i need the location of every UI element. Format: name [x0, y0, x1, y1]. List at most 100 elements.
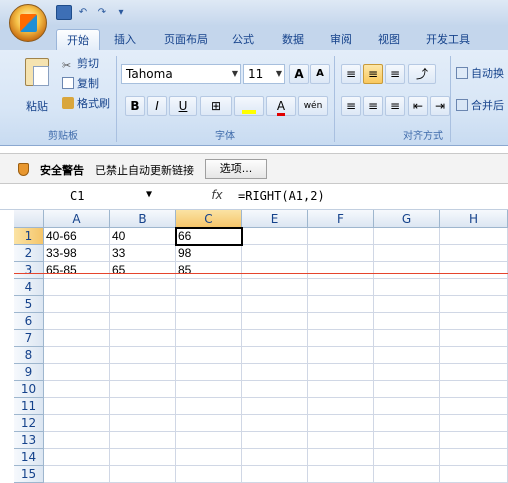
grid-cell[interactable] [374, 330, 440, 347]
grid-cell[interactable] [44, 449, 110, 466]
grid-cell[interactable] [176, 279, 242, 296]
grid-cell[interactable] [44, 466, 110, 483]
grid-cell[interactable] [440, 364, 508, 381]
grid-cell[interactable] [176, 381, 242, 398]
row-header[interactable]: 2 [14, 245, 44, 262]
grid-cell[interactable] [110, 279, 176, 296]
tab-data[interactable]: 数据 [276, 29, 310, 50]
cell-b3[interactable]: 65 [110, 262, 176, 279]
column-header[interactable]: E [242, 210, 308, 228]
grid-cell[interactable] [176, 347, 242, 364]
paste-button[interactable]: 粘贴 [20, 56, 54, 114]
tab-developer[interactable]: 开发工具 [420, 29, 476, 50]
grid-cell[interactable] [308, 228, 374, 245]
copy-button[interactable]: 复制 [62, 76, 99, 92]
grid-cell[interactable] [440, 449, 508, 466]
align-middle-button[interactable]: ≡ [363, 64, 383, 84]
cell-b2[interactable]: 33 [110, 245, 176, 262]
options-button[interactable]: 选项... [205, 159, 267, 179]
worksheet-grid[interactable]: A B C E F G H 1 2 3 4 5 6 7 8 9 10 11 12… [14, 210, 508, 483]
grid-cell[interactable] [440, 466, 508, 483]
grid-cell[interactable] [242, 330, 308, 347]
grid-cell[interactable] [110, 347, 176, 364]
grid-cell[interactable] [440, 330, 508, 347]
grid-cell[interactable] [374, 245, 440, 262]
grid-cell[interactable] [242, 313, 308, 330]
tab-formulas[interactable]: 公式 [226, 29, 260, 50]
grid-cell[interactable] [176, 449, 242, 466]
column-header[interactable]: A [44, 210, 110, 228]
cell-a2[interactable]: 33-98 [44, 245, 110, 262]
grid-cell[interactable] [308, 347, 374, 364]
increase-indent-button[interactable]: ⇥ [430, 96, 450, 116]
office-button[interactable] [9, 4, 47, 42]
bold-button[interactable]: B [125, 96, 145, 116]
grid-cell[interactable] [440, 415, 508, 432]
grid-cell[interactable] [440, 432, 508, 449]
grid-cell[interactable] [374, 449, 440, 466]
cell-c3[interactable]: 85 [176, 262, 242, 279]
grid-cell[interactable] [242, 364, 308, 381]
grid-cell[interactable] [176, 313, 242, 330]
tab-page-layout[interactable]: 页面布局 [158, 29, 214, 50]
row-header[interactable]: 6 [14, 313, 44, 330]
grid-cell[interactable] [44, 364, 110, 381]
name-box[interactable]: C1 ▼ [14, 189, 154, 207]
row-header[interactable]: 3 [14, 262, 44, 279]
grid-cell[interactable] [110, 398, 176, 415]
grid-cell[interactable] [374, 466, 440, 483]
wrap-text-button[interactable]: 自动换 [456, 66, 504, 82]
grid-cell[interactable] [176, 364, 242, 381]
border-button[interactable]: ⊞ [200, 96, 232, 116]
align-top-button[interactable]: ≡ [341, 64, 361, 84]
align-center-button[interactable]: ≡ [363, 96, 383, 116]
grid-cell[interactable] [242, 415, 308, 432]
grid-cell[interactable] [176, 398, 242, 415]
grid-cell[interactable] [308, 364, 374, 381]
grid-cell[interactable] [176, 296, 242, 313]
grid-cell[interactable] [440, 398, 508, 415]
grid-cell[interactable] [44, 296, 110, 313]
grid-cell[interactable] [44, 279, 110, 296]
grid-cell[interactable] [110, 415, 176, 432]
grid-cell[interactable] [374, 364, 440, 381]
grid-cell[interactable] [308, 330, 374, 347]
grid-cell[interactable] [242, 245, 308, 262]
phonetic-button[interactable]: wén [298, 96, 328, 116]
grid-cell[interactable] [440, 279, 508, 296]
grid-cell[interactable] [374, 347, 440, 364]
grid-cell[interactable] [440, 262, 508, 279]
grid-cell[interactable] [440, 347, 508, 364]
grid-cell[interactable] [440, 381, 508, 398]
cell-a1[interactable]: 40-66 [44, 228, 110, 245]
italic-button[interactable]: I [147, 96, 167, 116]
underline-button[interactable]: U [169, 96, 197, 116]
font-name-select[interactable]: Tahoma ▼ [121, 64, 241, 84]
grid-cell[interactable] [110, 330, 176, 347]
row-header[interactable]: 13 [14, 432, 44, 449]
grid-cell[interactable] [308, 313, 374, 330]
grid-cell[interactable] [44, 398, 110, 415]
grid-cell[interactable] [110, 364, 176, 381]
fill-color-button[interactable] [234, 96, 264, 116]
grid-cell[interactable] [242, 347, 308, 364]
grid-cell[interactable] [440, 245, 508, 262]
row-header[interactable]: 9 [14, 364, 44, 381]
grid-cell[interactable] [308, 262, 374, 279]
grid-cell[interactable] [44, 415, 110, 432]
tab-view[interactable]: 视图 [372, 29, 406, 50]
grid-cell[interactable] [44, 432, 110, 449]
row-header[interactable]: 14 [14, 449, 44, 466]
row-header[interactable]: 7 [14, 330, 44, 347]
grid-cell[interactable] [308, 245, 374, 262]
row-header[interactable]: 4 [14, 279, 44, 296]
grid-cell[interactable] [176, 415, 242, 432]
merge-center-button[interactable]: 合并后 [456, 98, 504, 114]
row-header[interactable]: 1 [14, 228, 44, 245]
grid-cell[interactable] [242, 449, 308, 466]
grid-cell[interactable] [374, 262, 440, 279]
grid-cell[interactable] [242, 228, 308, 245]
grid-cell[interactable] [374, 228, 440, 245]
cut-button[interactable]: ✂ 剪切 [62, 56, 99, 72]
grid-cell[interactable] [110, 381, 176, 398]
